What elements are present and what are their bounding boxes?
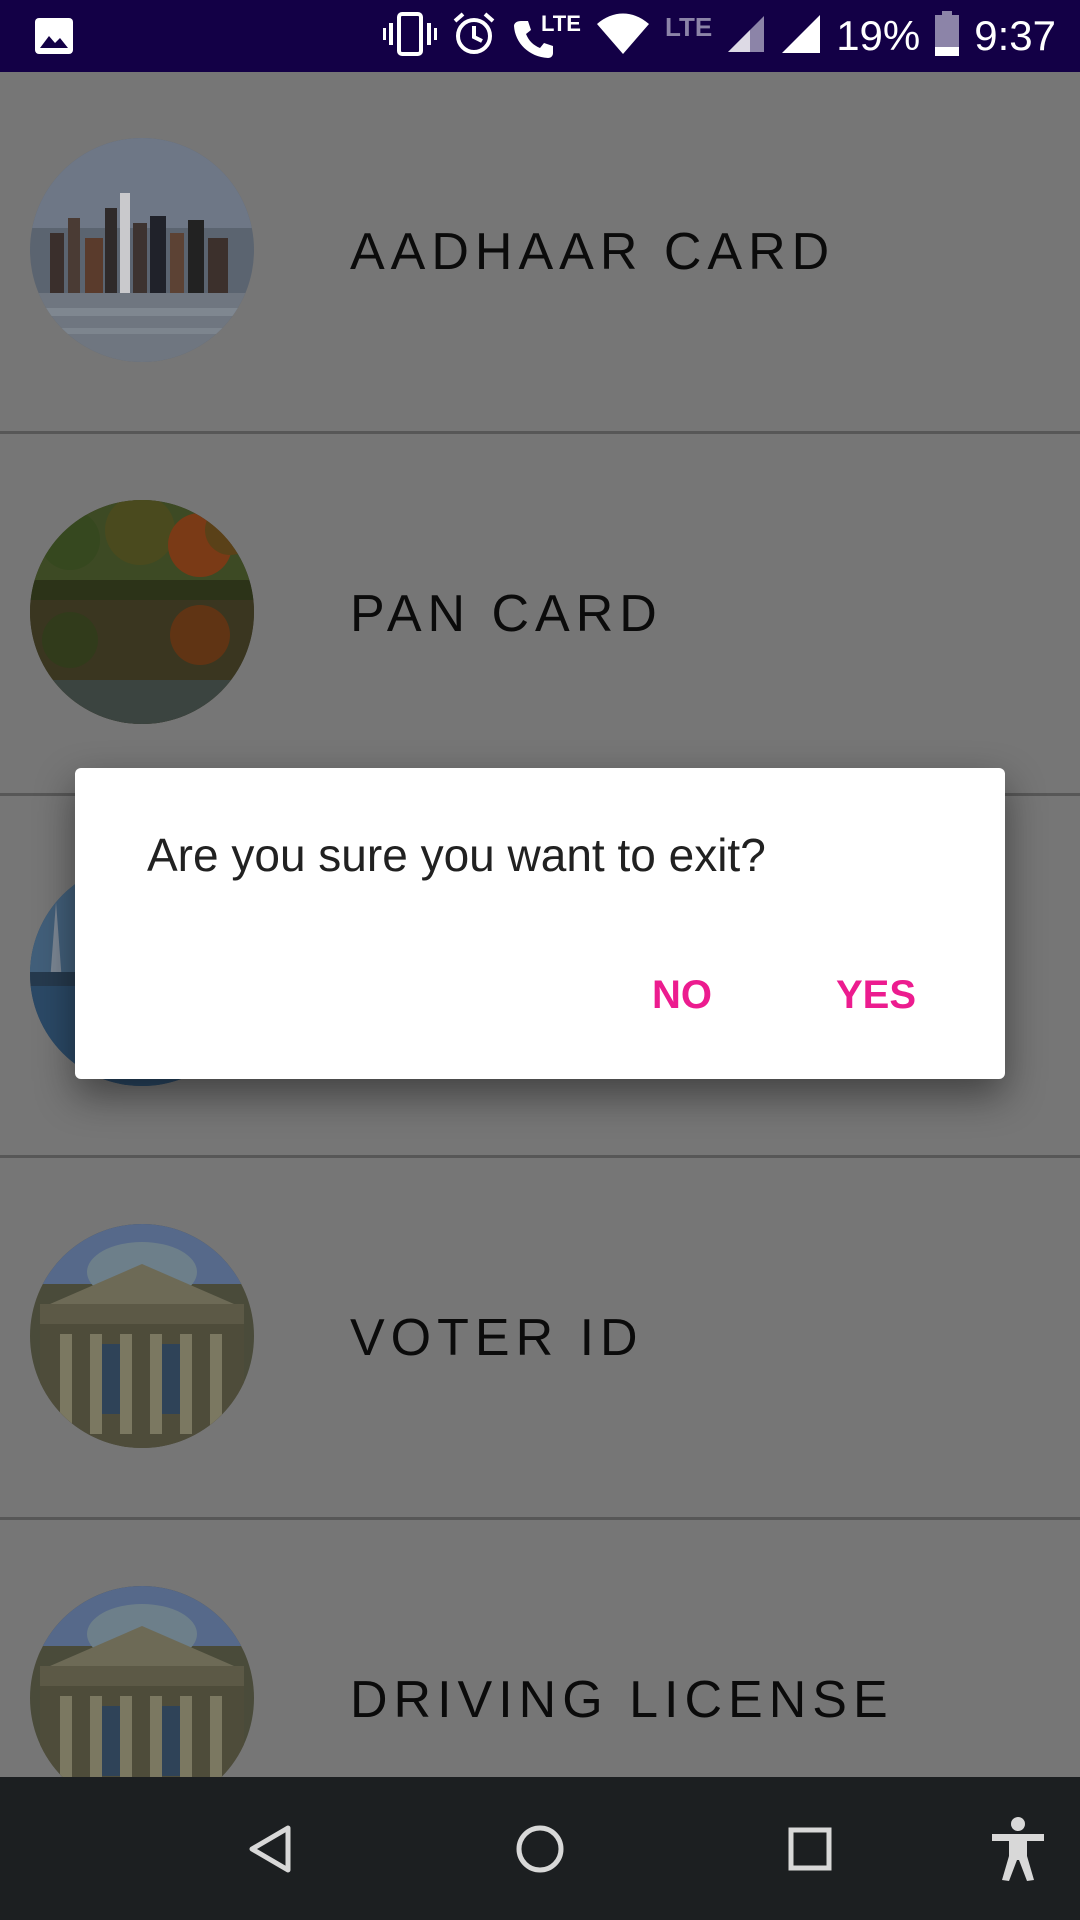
signal-dim-icon bbox=[726, 14, 766, 59]
gallery-icon bbox=[34, 16, 74, 61]
list-item-pan-card[interactable]: PAN CARD bbox=[0, 434, 1080, 796]
wifi-icon bbox=[595, 12, 651, 61]
home-icon[interactable] bbox=[500, 1777, 580, 1920]
list-item-label: AADHAAR CARD bbox=[350, 223, 836, 281]
recents-icon[interactable] bbox=[770, 1777, 850, 1920]
clock: 9:37 bbox=[974, 12, 1056, 59]
battery-icon bbox=[934, 10, 960, 62]
yes-button[interactable]: YES bbox=[836, 973, 916, 1018]
battery-percent: 19% bbox=[836, 12, 921, 59]
parliament-building-thumbnail bbox=[30, 1224, 254, 1448]
no-button[interactable]: NO bbox=[652, 973, 712, 1018]
list-item-label: DRIVING LICENSE bbox=[350, 1671, 894, 1729]
alarm-icon bbox=[451, 11, 497, 62]
vibrate-icon bbox=[383, 11, 437, 62]
lte-dim-label: LTE bbox=[665, 11, 713, 42]
status-bar: LTE LTE 19% 9:37 bbox=[0, 0, 1080, 72]
exit-confirm-dialog: Are you sure you want to exit? NO YES bbox=[75, 768, 1005, 1079]
accessibility-icon[interactable] bbox=[978, 1777, 1058, 1920]
list-item-label: VOTER ID bbox=[350, 1309, 644, 1367]
volte-call-icon: LTE bbox=[511, 11, 581, 61]
dialog-message: Are you sure you want to exit? bbox=[147, 829, 766, 881]
navigation-bar bbox=[0, 1777, 1080, 1920]
signal-icon bbox=[780, 13, 822, 60]
list-item-label: PAN CARD bbox=[350, 585, 663, 643]
back-icon[interactable] bbox=[230, 1777, 310, 1920]
autumn-lake-thumbnail bbox=[30, 500, 254, 724]
list-item-aadhaar-card[interactable]: AADHAAR CARD bbox=[0, 72, 1080, 434]
list-item-voter-id[interactable]: VOTER ID bbox=[0, 1158, 1080, 1520]
city-skyline-thumbnail bbox=[30, 138, 254, 362]
